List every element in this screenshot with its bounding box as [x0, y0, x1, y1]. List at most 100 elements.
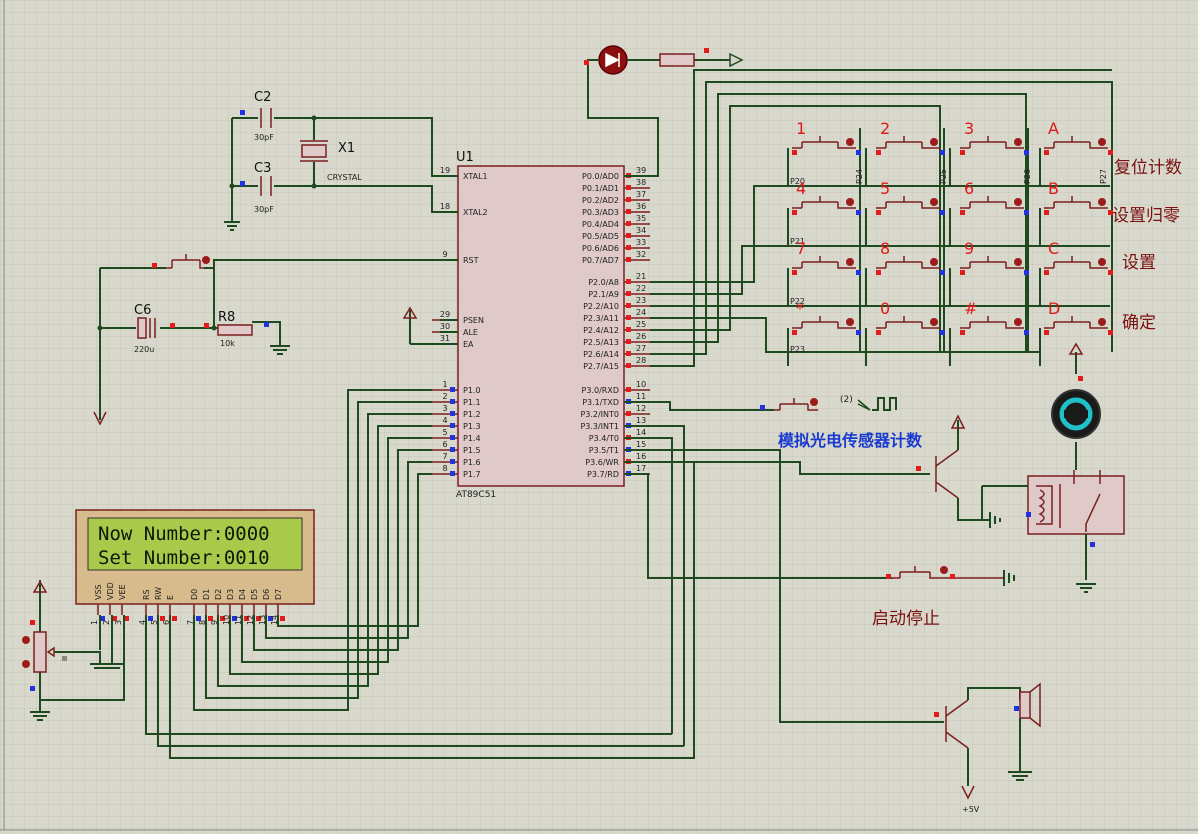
mcu-pin-number: 21	[636, 272, 646, 281]
keypad-key-label: 8	[880, 239, 890, 258]
lcd-pin-name: D1	[202, 589, 211, 600]
keypad-function-label: 设置归零	[1112, 206, 1180, 226]
keypad-key-label: D	[1048, 299, 1060, 318]
lcd-pin-name: D2	[214, 589, 223, 600]
mcu-pin-name: P3.4/T0	[589, 434, 619, 443]
mcu-pin-number: 29	[440, 310, 450, 319]
mcu-pin-number: 11	[636, 392, 646, 401]
mcu-pin-name: P2.4/A12	[583, 326, 619, 335]
row-net-label: P23	[790, 345, 805, 354]
mcu-pin-number: 22	[636, 284, 646, 293]
mcu-pin-number: 8	[442, 464, 447, 473]
mcu-pin-number: 17	[636, 464, 646, 473]
mcu-pin-name: PSEN	[463, 316, 484, 325]
lcd-pin-number: 9	[210, 620, 219, 625]
c3-value: 30pF	[254, 205, 274, 214]
lcd-pin-name: D7	[274, 589, 283, 600]
lcd-pin-name: D5	[250, 589, 259, 600]
mcu-pin-name: P3.6/WR	[585, 458, 619, 467]
mcu-pin-number: 18	[440, 202, 450, 211]
lcd-pin-name: RW	[154, 587, 163, 600]
column-net-label: P26	[1023, 169, 1032, 184]
signal-label: (2)	[840, 395, 853, 405]
lcd-pin-number: 10	[222, 615, 231, 625]
column-net-label: P25	[939, 169, 948, 184]
keypad-key-label: 5	[880, 179, 890, 198]
mcu-pin-number: 14	[636, 428, 646, 437]
keypad-key-label: C	[1048, 239, 1059, 258]
lcd-pin-number: 8	[198, 620, 207, 625]
mcu-pin-name: P1.0	[463, 386, 481, 395]
mcu-pin-name: P1.3	[463, 422, 481, 431]
mcu-pin-number: 9	[442, 250, 447, 259]
keypad-key-label: 7	[796, 239, 806, 258]
mcu-pin-name: P1.7	[463, 470, 481, 479]
mcu-pin-number: 16	[636, 452, 646, 461]
schematic-canvas[interactable]: U1 AT89C51 19 XTAL1 18 XTAL2 9 RST 29 PSEN 30 ALE…	[0, 0, 1198, 834]
keypad-key-label: A	[1048, 119, 1059, 138]
mcu-pin-name: P0.6/AD6	[582, 244, 619, 253]
mcu-pin-name: P1.6	[463, 458, 481, 467]
mcu-pin-name: P3.0/RXD	[582, 386, 619, 395]
lcd-pin-name: VSS	[94, 584, 103, 600]
mcu-pin-number: 38	[636, 178, 646, 187]
mcu-pin-number: 27	[636, 344, 646, 353]
lcd-pin-name: D0	[190, 589, 199, 600]
mcu-pin-name: P1.5	[463, 446, 481, 455]
mcu-pin-name: P3.7/RD	[587, 470, 619, 479]
mcu-u1[interactable]: U1 AT89C51 19XTAL118XTAL29RST29PSEN30ALE…	[432, 150, 650, 500]
mcu-pin-name: P3.3/INT1	[580, 422, 619, 431]
mcu-pin-name: XTAL1	[463, 172, 488, 181]
lcd-pin-number: 3	[114, 620, 123, 625]
lcd-line-2: Set Number:0010	[98, 547, 270, 569]
mcu-pin-number: 39	[636, 166, 646, 175]
sensor-label: 模拟光电传感器计数	[778, 431, 923, 450]
x1-value: CRYSTAL	[327, 173, 362, 182]
mcu-pin-name: P0.7/AD7	[582, 256, 619, 265]
mcu-pin-name: P0.0/AD0	[582, 172, 619, 181]
mcu-pin-number: 32	[636, 250, 646, 259]
start-stop-label: 启动停止	[872, 609, 940, 629]
lcd-pin-name: E	[166, 595, 175, 600]
mcu-pin-number: 33	[636, 238, 646, 247]
mcu-pin-number: 1	[442, 380, 447, 389]
lcd-pin-name: RS	[142, 589, 151, 600]
lcd-pin-number: 11	[234, 615, 243, 625]
keypad-key-label: 9	[964, 239, 974, 258]
mcu-pin-number: 35	[636, 214, 646, 223]
mcu-pin-number: 34	[636, 226, 646, 235]
mcu-pin-name: P1.2	[463, 410, 481, 419]
mcu-pin-name: P1.4	[463, 434, 481, 443]
mcu-pin-number: 25	[636, 320, 646, 329]
keypad-function-label: 设置	[1122, 253, 1156, 273]
lcd-pin-number: 7	[186, 620, 195, 625]
lcd-pin-name: D6	[262, 589, 271, 600]
keypad-key-label: 6	[964, 179, 974, 198]
keypad-function-label: 确定	[1122, 313, 1156, 333]
lcd-pin-number: 1	[90, 620, 99, 625]
r8-value: 10k	[220, 339, 235, 348]
mcu-pin-number: 5	[442, 428, 447, 437]
mcu-pin-number: 7	[442, 452, 447, 461]
mcu-pin-number: 2	[442, 392, 447, 401]
mcu-pin-name: P0.4/AD4	[582, 220, 619, 229]
mcu-pin-name: P3.1/TXD	[582, 398, 619, 407]
mcu-pin-number: 28	[636, 356, 646, 365]
mcu-pin-name: P0.5/AD5	[582, 232, 619, 241]
c3-label: C3	[254, 161, 271, 176]
mcu-pin-name: P2.3/A11	[583, 314, 619, 323]
mcu-pin-number: 3	[442, 404, 447, 413]
mcu-pin-name: ALE	[463, 328, 478, 337]
mcu-pin-name: P0.3/AD3	[582, 208, 619, 217]
c6-label: C6	[134, 303, 151, 318]
lcd-pin-name: D4	[238, 589, 247, 600]
mcu-pin-number: 36	[636, 202, 646, 211]
column-net-label: P24	[855, 169, 864, 184]
mcu-pin-number: 6	[442, 440, 447, 449]
mcu-pin-name: P2.0/A8	[588, 278, 619, 287]
lcd-pin-number: 2	[102, 620, 111, 625]
mcu-pin-name: P0.1/AD1	[582, 184, 619, 193]
mcu-pin-name: P2.5/A13	[583, 338, 619, 347]
mcu-pin-number: 19	[440, 166, 450, 175]
mcu-pin-name: P3.2/INT0	[580, 410, 619, 419]
